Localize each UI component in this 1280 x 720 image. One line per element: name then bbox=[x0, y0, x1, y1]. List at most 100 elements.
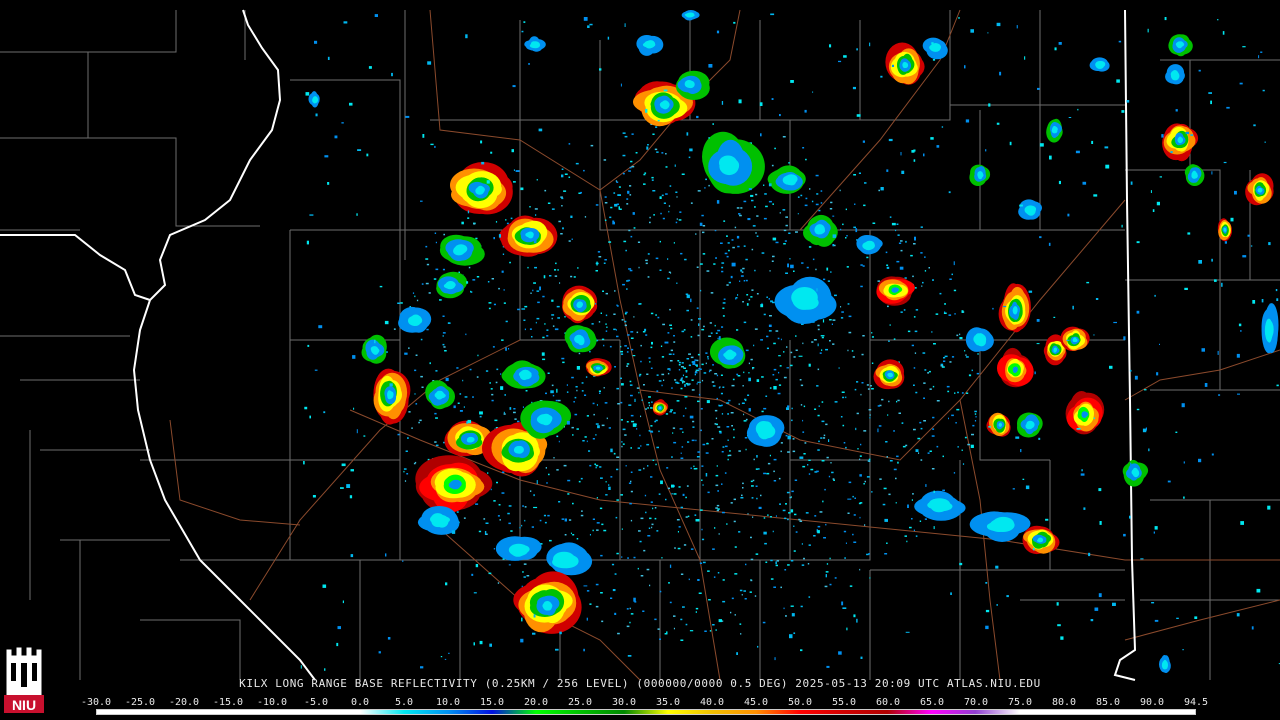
clutter-pixel bbox=[772, 255, 775, 258]
clutter-pixel bbox=[606, 326, 608, 328]
clutter-pixel bbox=[739, 280, 741, 282]
clutter-pixel bbox=[524, 328, 526, 331]
clutter-pixel bbox=[959, 333, 961, 336]
echo-speck bbox=[384, 320, 389, 325]
echo-speck bbox=[645, 108, 648, 113]
echo-speck bbox=[948, 191, 951, 194]
clutter-pixel bbox=[602, 290, 604, 292]
clutter-pixel bbox=[638, 266, 640, 269]
echo-speck bbox=[706, 400, 710, 404]
clutter-pixel bbox=[742, 482, 744, 485]
clutter-pixel bbox=[613, 192, 616, 194]
clutter-pixel bbox=[522, 571, 524, 573]
clutter-pixel bbox=[605, 314, 608, 317]
clutter-pixel bbox=[472, 279, 476, 281]
clutter-pixel bbox=[730, 502, 733, 504]
clutter-pixel bbox=[743, 413, 745, 416]
clutter-pixel bbox=[715, 474, 719, 477]
clutter-pixel bbox=[604, 196, 607, 198]
clutter-pixel bbox=[740, 633, 742, 635]
clutter-pixel bbox=[442, 332, 446, 334]
echo-speck bbox=[808, 363, 811, 367]
clutter-pixel bbox=[748, 362, 750, 365]
clutter-pixel bbox=[840, 228, 842, 231]
clutter-pixel bbox=[627, 557, 629, 559]
echo-speck bbox=[508, 564, 511, 566]
clutter-pixel bbox=[561, 357, 565, 360]
clutter-pixel bbox=[829, 319, 832, 321]
echo-speck bbox=[564, 518, 567, 522]
echo-speck bbox=[985, 582, 988, 584]
clutter-pixel bbox=[783, 376, 787, 379]
clutter-pixel bbox=[867, 388, 870, 390]
clutter-pixel bbox=[581, 390, 584, 392]
clutter-pixel bbox=[823, 278, 826, 281]
clutter-pixel bbox=[688, 364, 691, 367]
clutter-pixel bbox=[832, 319, 836, 321]
echo-speck bbox=[512, 85, 516, 88]
clutter-pixel bbox=[576, 389, 578, 392]
echo-speck bbox=[790, 605, 794, 607]
clutter-pixel bbox=[752, 367, 754, 370]
clutter-pixel bbox=[470, 290, 472, 293]
echo-speck bbox=[1038, 206, 1040, 209]
clutter-pixel bbox=[771, 260, 774, 262]
clutter-pixel bbox=[625, 465, 627, 467]
clutter-pixel bbox=[663, 202, 666, 204]
clutter-pixel bbox=[630, 490, 633, 493]
clutter-pixel bbox=[597, 251, 601, 253]
echo-speck bbox=[533, 494, 535, 497]
echo-speck bbox=[1126, 100, 1130, 103]
clutter-pixel bbox=[503, 302, 506, 304]
echo-speck bbox=[1020, 449, 1022, 453]
clutter-pixel bbox=[857, 448, 859, 450]
clutter-pixel bbox=[721, 270, 724, 273]
echo-speck bbox=[549, 562, 551, 566]
clutter-pixel bbox=[563, 190, 567, 192]
echo-blob bbox=[372, 347, 379, 355]
clutter-pixel bbox=[709, 322, 712, 324]
clutter-pixel bbox=[496, 368, 499, 371]
clutter-pixel bbox=[745, 563, 747, 566]
clutter-pixel bbox=[608, 484, 610, 486]
clutter-pixel bbox=[800, 194, 803, 197]
clutter-pixel bbox=[871, 491, 873, 493]
echo-speck bbox=[632, 212, 635, 215]
echo-speck bbox=[627, 655, 632, 657]
clutter-pixel bbox=[741, 494, 743, 497]
clutter-pixel bbox=[723, 220, 726, 222]
clutter-pixel bbox=[661, 356, 665, 358]
echo-speck bbox=[632, 423, 637, 427]
echo-speck bbox=[914, 236, 916, 241]
clutter-pixel bbox=[627, 334, 630, 336]
clutter-pixel bbox=[887, 305, 889, 308]
county-boundary bbox=[599, 120, 701, 340]
echo-speck bbox=[756, 379, 760, 382]
clutter-pixel bbox=[802, 342, 804, 345]
echo-speck bbox=[768, 324, 772, 327]
storm-cell bbox=[564, 325, 597, 353]
clutter-pixel bbox=[505, 320, 508, 323]
echo-speck bbox=[786, 367, 789, 369]
echo-speck bbox=[523, 21, 526, 23]
echo-speck bbox=[336, 642, 339, 647]
clutter-pixel bbox=[794, 479, 798, 481]
clutter-pixel bbox=[678, 486, 681, 488]
clutter-pixel bbox=[719, 432, 722, 434]
clutter-pixel bbox=[772, 374, 775, 376]
echo-speck bbox=[1153, 531, 1155, 534]
echo-speck bbox=[341, 122, 344, 124]
echo-blob bbox=[312, 96, 316, 102]
clutter-pixel bbox=[535, 321, 537, 324]
echo-speck bbox=[374, 14, 378, 17]
clutter-pixel bbox=[630, 480, 632, 483]
clutter-pixel bbox=[630, 235, 633, 238]
echo-speck bbox=[1080, 473, 1085, 476]
clutter-pixel bbox=[536, 317, 540, 320]
echo-speck bbox=[1250, 245, 1253, 247]
clutter-pixel bbox=[556, 305, 560, 308]
echo-speck bbox=[770, 300, 773, 303]
echo-speck bbox=[521, 308, 526, 310]
clutter-pixel bbox=[581, 510, 583, 512]
clutter-pixel bbox=[847, 349, 849, 352]
